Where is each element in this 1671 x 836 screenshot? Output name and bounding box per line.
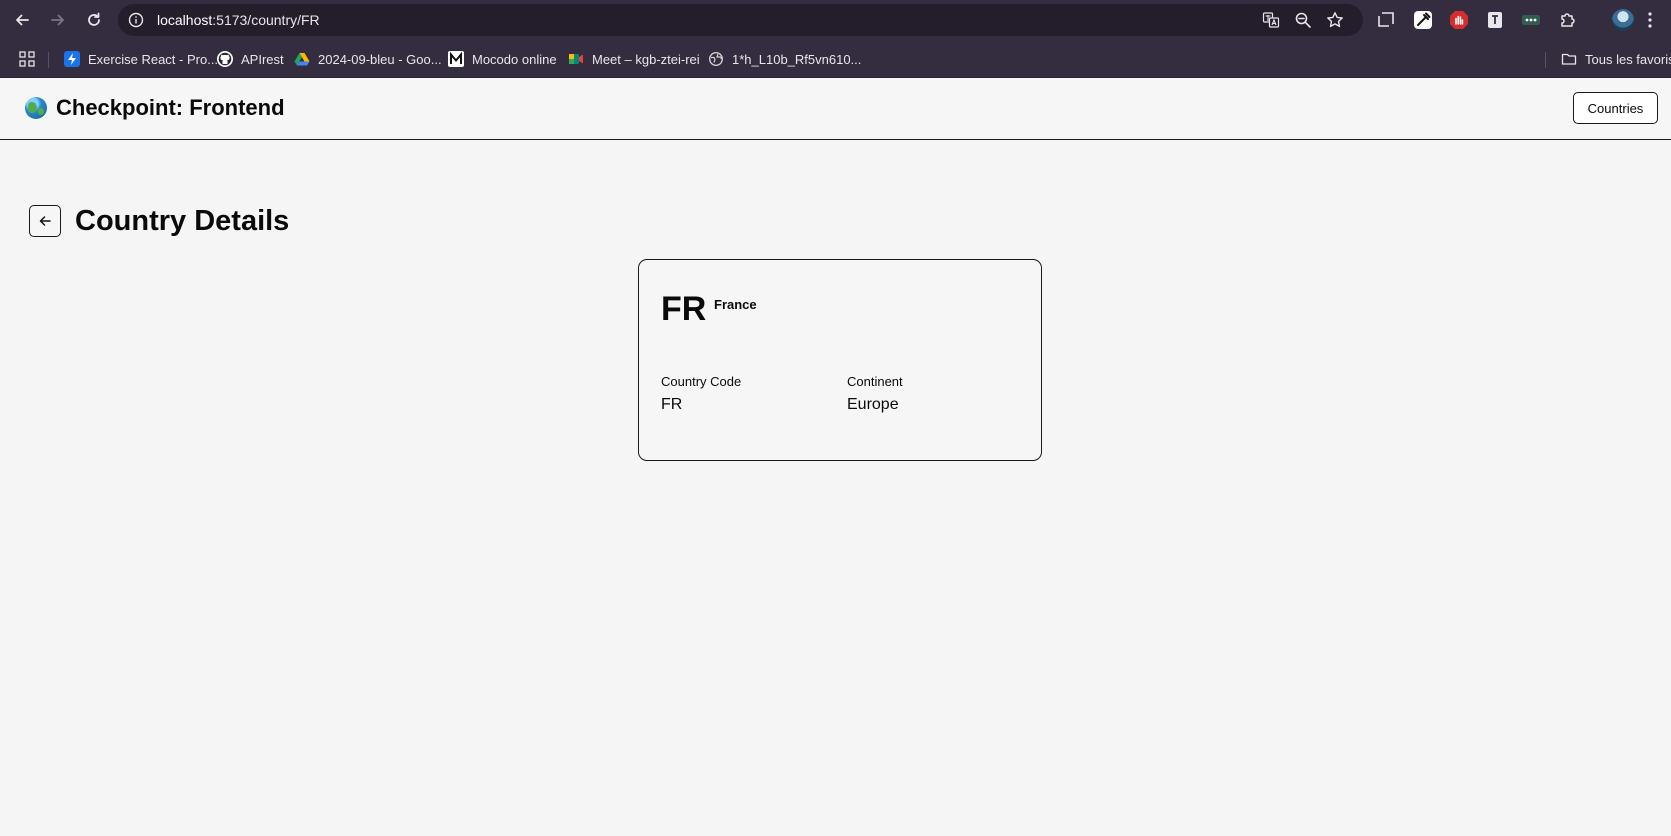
bookmark-label: 2024-09-bleu - Goo... xyxy=(318,51,442,67)
arrow-left-icon xyxy=(39,216,51,226)
brand[interactable]: Checkpoint: Frontend xyxy=(25,95,285,121)
all-bookmarks-folder[interactable]: Tous les favoris xyxy=(1561,49,1671,69)
back-button[interactable] xyxy=(29,205,61,237)
bookmark-label: Meet – kgb-ztei-rei xyxy=(592,51,700,67)
mocodo-icon xyxy=(448,51,464,67)
bolt-icon xyxy=(64,51,80,67)
extensions-puzzle-icon[interactable] xyxy=(1558,10,1578,30)
country-name: France xyxy=(714,297,757,312)
bookmark-item[interactable]: Meet – kgb-ztei-rei xyxy=(568,49,700,69)
url-path: :5173/country/FR xyxy=(212,12,320,28)
country-card: FR France Country Code FR Continent Euro… xyxy=(638,259,1042,461)
apps-grid-icon[interactable] xyxy=(18,50,36,68)
bookmarks-divider xyxy=(1545,52,1546,68)
globe-icon xyxy=(708,51,724,67)
globe-emoji-icon xyxy=(25,97,47,119)
bookmark-label: 1*h_L10b_Rf5vn610... xyxy=(732,51,862,67)
zoom-icon[interactable] xyxy=(1294,11,1312,29)
bookmark-star-icon[interactable] xyxy=(1326,11,1344,29)
bookmark-item[interactable]: 1*h_L10b_Rf5vn610... xyxy=(708,49,861,69)
countries-button[interactable]: Countries xyxy=(1573,92,1658,124)
google-drive-icon xyxy=(294,51,310,67)
site-info-icon[interactable] xyxy=(127,11,145,29)
bookmark-label: Mocodo online xyxy=(472,51,557,67)
bookmark-label: Exercise React - Pro... xyxy=(88,51,219,67)
bookmark-item[interactable]: Mocodo online xyxy=(448,49,557,69)
screenshot-extension-icon[interactable] xyxy=(1376,10,1396,30)
brand-title: Checkpoint: Frontend xyxy=(56,95,285,120)
bookmark-item[interactable]: APIrest xyxy=(217,49,284,69)
url-text: localhost:5173/country/FR xyxy=(157,12,320,28)
adblock-extension-icon[interactable] xyxy=(1449,10,1469,30)
reload-icon[interactable] xyxy=(82,8,106,32)
app-header: Checkpoint: Frontend Countries xyxy=(0,78,1671,140)
folder-icon xyxy=(1561,51,1577,67)
browser-menu-icon[interactable] xyxy=(1648,10,1652,30)
translate-icon[interactable] xyxy=(1262,11,1280,29)
google-meet-icon xyxy=(568,51,584,67)
country-code-heading: FR xyxy=(661,290,707,328)
country-code-value: FR xyxy=(661,396,683,413)
github-icon xyxy=(217,51,233,67)
bookmark-label: APIrest xyxy=(241,51,284,67)
bookmark-item[interactable]: Exercise React - Pro... xyxy=(64,49,218,69)
country-code-label: Country Code xyxy=(661,374,742,389)
url-host: localhost xyxy=(157,12,213,28)
text-extension-icon[interactable] xyxy=(1485,10,1505,30)
profile-avatar[interactable] xyxy=(1612,9,1634,31)
dots-extension-icon[interactable] xyxy=(1521,10,1541,30)
forward-nav-icon[interactable] xyxy=(46,8,70,32)
bookmarks-bar: Exercise React - Pro... APIrest 2024-09-… xyxy=(0,40,1671,78)
address-bar[interactable]: localhost:5173/country/FR xyxy=(118,4,1363,36)
continent-label: Continent xyxy=(847,374,903,389)
browser-toolbar: localhost:5173/country/FR xyxy=(0,0,1671,40)
bookmark-item[interactable]: 2024-09-bleu - Goo... xyxy=(294,49,442,69)
color-picker-extension-icon[interactable] xyxy=(1413,10,1433,30)
bookmarks-divider xyxy=(48,52,49,68)
continent-value: Europe xyxy=(847,396,899,413)
all-bookmarks-label: Tous les favoris xyxy=(1585,51,1671,67)
page-title: Country Details xyxy=(75,205,290,237)
back-nav-icon[interactable] xyxy=(10,8,34,32)
